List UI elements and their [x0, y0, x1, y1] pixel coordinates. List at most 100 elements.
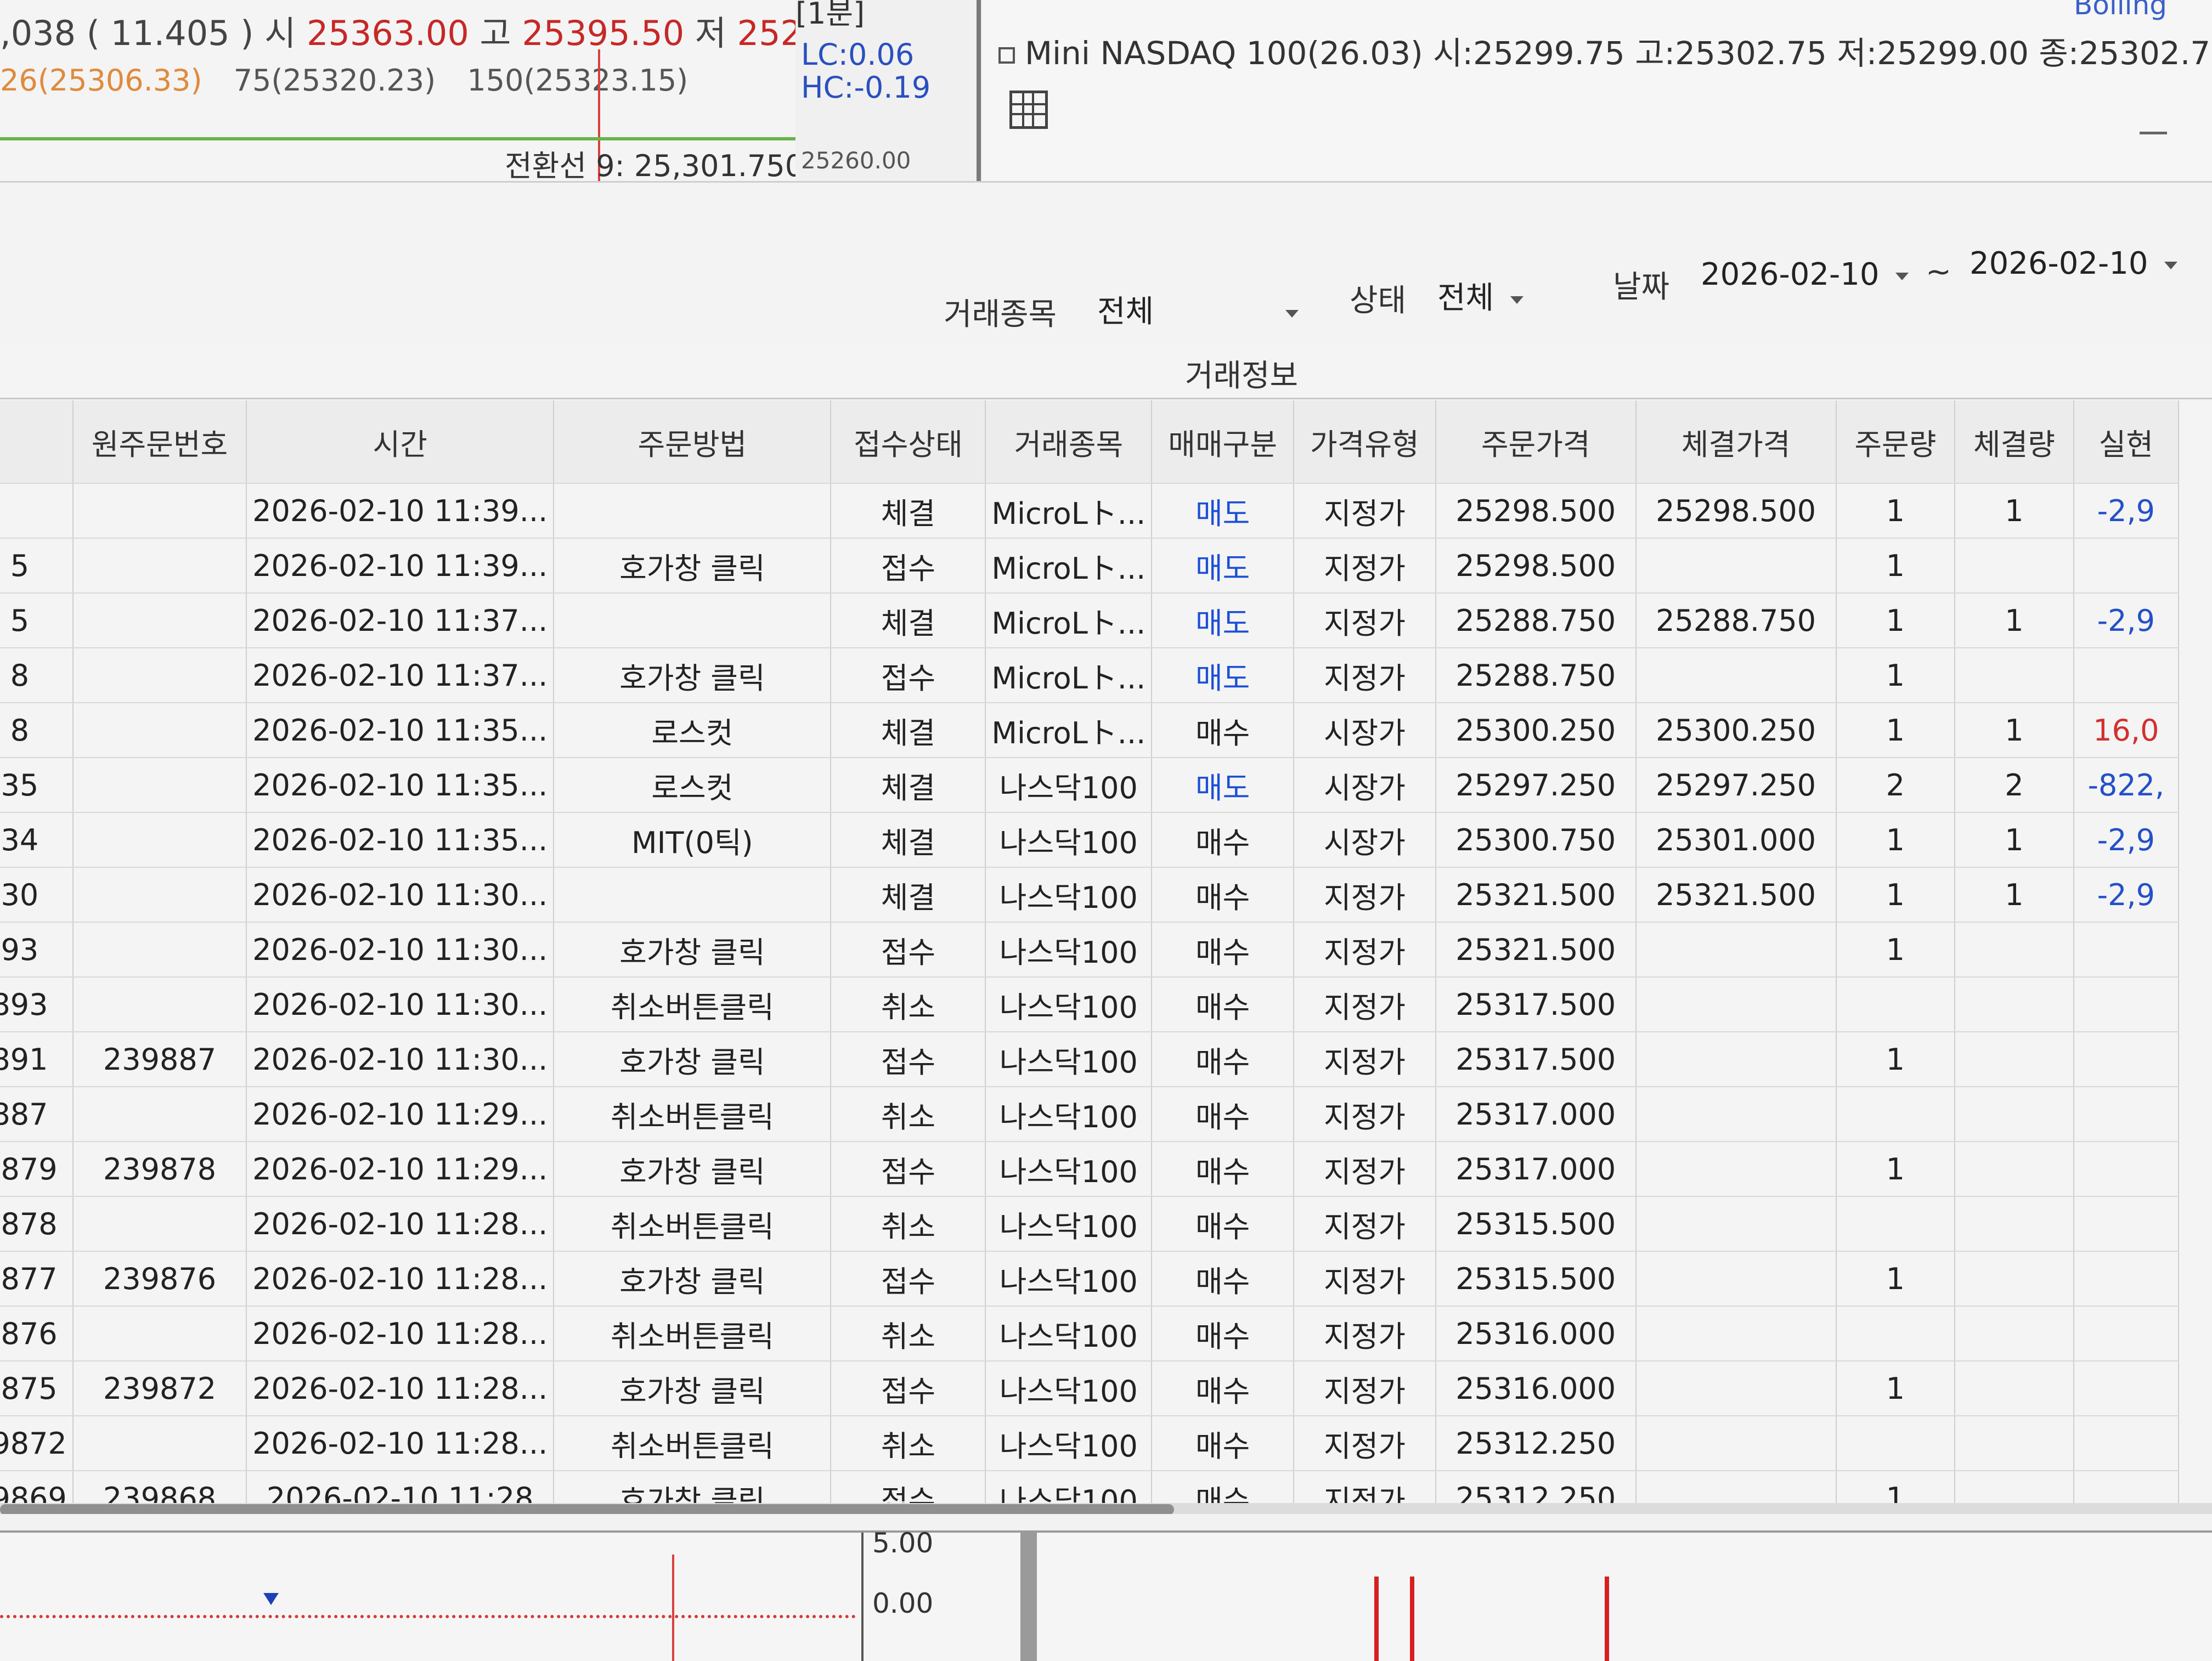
cell-order-method: 로스컷	[554, 758, 832, 813]
cell-order-time: 2026-02-10 11:29...	[246, 1087, 555, 1142]
cell-order-time: 2026-02-10 11:28...	[246, 1196, 555, 1252]
column-header[interactable]: 시간	[246, 400, 555, 484]
table-row[interactable]: 30 2026-02-10 11:30... 체결 나스닥100 매수 지정가 25321.…	[0, 867, 2180, 923]
cell-order-no: 887	[0, 1087, 74, 1142]
table-row[interactable]: 8912398872026-02-10 11:30...호가창 클릭접수나스닥1…	[0, 1032, 2180, 1087]
item-filter-value: 전체	[1097, 294, 1154, 330]
cell-order-qty: 1	[1836, 648, 1956, 703]
item-filter-select[interactable]: 전체	[1097, 287, 1299, 331]
column-header[interactable]: 실현	[2073, 400, 2180, 484]
symbol-chart-panel[interactable]: Mini NASDAQ 100(26.03) 시:25299.75 고:2530…	[982, 0, 2212, 181]
cell-side: 매수	[1152, 867, 1295, 923]
column-header[interactable]: 거래종목	[985, 400, 1153, 484]
lc-value: LC:0.06	[801, 37, 915, 72]
column-header[interactable]: 접수상태	[831, 400, 986, 484]
cell-receipt-status: 체결	[831, 703, 986, 758]
order-history-grid: 거래정보 원주문번호 시간 주문방법 접수상태 거래종목 매매구분 가격유형 주…	[0, 346, 2212, 1514]
column-header[interactable]: 주문방법	[554, 400, 832, 484]
cell-side: 매도	[1152, 538, 1295, 594]
table-row[interactable]: 98792398782026-02-10 11:29...호가창 클릭접수나스닥…	[0, 1142, 2180, 1197]
ohlc-readout: ,038 ( 11.405 ) 시 25363.00 고 25395.50 저 …	[0, 5, 899, 55]
cell-fill-qty	[1955, 538, 2074, 594]
cell-realized-pnl: -2,9	[2073, 867, 2180, 923]
cell-order-method: 호가창 클릭	[554, 1142, 832, 1197]
cell-order-time: 2026-02-10 11:35...	[246, 703, 555, 758]
table-grid-icon[interactable]	[1009, 91, 1048, 129]
column-header[interactable]: 주문가격	[1435, 400, 1637, 484]
cell-fill-qty	[1955, 922, 2074, 978]
table-row[interactable]: 5 2026-02-10 11:37... 체결 MicroLト... 매도 지정가 252…	[0, 593, 2180, 648]
symbol-info: Mini NASDAQ 100(26.03) 시:25299.75 고:2530…	[1025, 35, 2212, 72]
scrollbar-thumb[interactable]	[0, 1504, 1174, 1514]
table-row[interactable]: 9876 2026-02-10 11:28...취소버튼클릭취소나스닥100매수지…	[0, 1306, 2180, 1361]
cell-price-type: 지정가	[1294, 1306, 1436, 1361]
volume-bar	[1605, 1577, 1609, 1661]
cell-receipt-status: 접수	[831, 1142, 986, 1197]
column-header[interactable]: 가격유형	[1294, 400, 1436, 484]
table-row[interactable]: 39872 2026-02-10 11:28...취소버튼클릭취소나스닥100매수…	[0, 1416, 2180, 1471]
table-row[interactable]: 893 2026-02-10 11:30...취소버튼클릭취소나스닥100매수지정…	[0, 977, 2180, 1032]
cell-side: 매수	[1152, 1416, 1295, 1471]
cell-receipt-status: 접수	[831, 648, 986, 703]
table-row[interactable]: 8 2026-02-10 11:35... 로스컷 체결 MicroLト... 매수 시장가…	[0, 703, 2180, 758]
cell-original-order-no	[72, 922, 247, 978]
cell-instrument: 나스닥100	[985, 1196, 1153, 1252]
table-row[interactable]: 35 2026-02-10 11:35... 로스컷 체결 나스닥100 매도 시장가 252…	[0, 758, 2180, 813]
table-row[interactable]: 98752398722026-02-10 11:28...호가창 클릭접수나스닥…	[0, 1361, 2180, 1416]
timeframe-button[interactable]: [1분]	[795, 0, 865, 32]
ma-150: 150(25323.15)	[467, 63, 689, 98]
cell-realized-pnl	[2073, 1032, 2180, 1087]
sub-chart-strip[interactable]: 5.00 0.00	[0, 1527, 2212, 1661]
table-row[interactable]: 2026-02-10 11:39... 체결 MicroLト... 매도 지정가 2529…	[0, 483, 2180, 539]
cell-receipt-status: 취소	[831, 1416, 986, 1471]
date-from-picker[interactable]: 2026-02-10	[1701, 257, 1909, 292]
cell-order-qty	[1836, 1416, 1956, 1471]
cell-realized-pnl	[2073, 1306, 2180, 1361]
column-header[interactable]: 체결량	[1955, 400, 2074, 484]
cell-order-no: 891	[0, 1032, 74, 1087]
ma-26: 26(25306.33)	[0, 63, 202, 98]
cell-price-type: 지정가	[1294, 483, 1436, 539]
table-row[interactable]: 5 2026-02-10 11:39... 호가창 클릭 접수 MicroLト... 매도…	[0, 538, 2180, 594]
cell-fill-qty: 1	[1955, 867, 2074, 923]
date-to-picker[interactable]: 2026-02-10	[1970, 246, 2178, 281]
ohlc-prefix: ,038	[0, 13, 76, 53]
cell-instrument: 나스닥100	[985, 977, 1153, 1032]
table-row[interactable]: 98772398762026-02-10 11:28...호가창 클릭접수나스닥…	[0, 1251, 2180, 1307]
cell-original-order-no	[72, 703, 247, 758]
indicator-line	[0, 137, 795, 140]
cell-order-qty: 1	[1836, 1032, 1956, 1087]
cell-order-price: 25317.000	[1435, 1087, 1637, 1142]
table-row[interactable]: 887 2026-02-10 11:29...취소버튼클릭취소나스닥100매수지정…	[0, 1087, 2180, 1142]
column-header[interactable]	[0, 400, 74, 484]
cell-order-no: 9878	[0, 1196, 74, 1252]
cell-original-order-no	[72, 538, 247, 594]
crosshair-line	[672, 1555, 674, 1661]
cell-side: 매수	[1152, 703, 1295, 758]
cell-realized-pnl	[2073, 538, 2180, 594]
cell-order-no: 34	[0, 812, 74, 868]
cell-price-type: 시장가	[1294, 812, 1436, 868]
cell-order-method: 취소버튼클릭	[554, 1306, 832, 1361]
table-row[interactable]: 8 2026-02-10 11:37... 호가창 클릭 접수 MicroLト... 매도…	[0, 648, 2180, 703]
cell-price-type: 지정가	[1294, 593, 1436, 648]
status-filter-select[interactable]: 전체	[1437, 273, 1524, 318]
column-header[interactable]: 매매구분	[1152, 400, 1295, 484]
column-header[interactable]: 원주문번호	[72, 400, 247, 484]
table-row[interactable]: 93 2026-02-10 11:30... 호가창 클릭 접수 나스닥100 매수 지정가…	[0, 922, 2180, 978]
cell-receipt-status: 접수	[831, 538, 986, 594]
chart-header-strip: ,038 ( 11.405 ) 시 25363.00 고 25395.50 저 …	[0, 0, 2212, 183]
cell-order-no: 893	[0, 977, 74, 1032]
cell-fill-price	[1635, 1196, 1837, 1252]
price-chart-panel[interactable]: ,038 ( 11.405 ) 시 25363.00 고 25395.50 저 …	[0, 0, 899, 183]
table-header-row: 원주문번호 시간 주문방법 접수상태 거래종목 매매구분 가격유형 주문가격 체…	[0, 400, 2180, 484]
checkbox-icon[interactable]	[998, 47, 1015, 64]
cell-receipt-status: 접수	[831, 1032, 986, 1087]
cell-side: 매수	[1152, 922, 1295, 978]
table-row[interactable]: 9878 2026-02-10 11:28...취소버튼클릭취소나스닥100매수지…	[0, 1196, 2180, 1252]
column-header[interactable]: 주문량	[1836, 400, 1956, 484]
minimize-icon[interactable]	[2140, 132, 2167, 134]
cell-original-order-no	[72, 1087, 247, 1142]
table-row[interactable]: 34 2026-02-10 11:35... MIT(0틱) 체결 나스닥100 매수 시장…	[0, 812, 2180, 868]
column-header[interactable]: 체결가격	[1635, 400, 1837, 484]
